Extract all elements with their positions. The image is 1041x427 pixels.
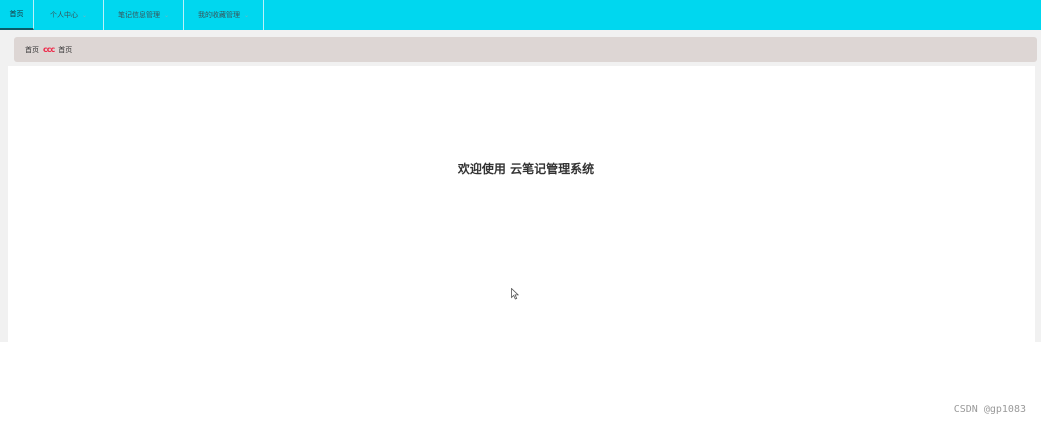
nav-item-home[interactable]: 首页 bbox=[0, 0, 34, 30]
nav-item-label: 首页 bbox=[9, 10, 24, 18]
breadcrumb-root[interactable]: 首页 bbox=[25, 45, 39, 55]
breadcrumb: 首页 ccc 首页 bbox=[14, 37, 1037, 62]
mouse-pointer-icon bbox=[511, 288, 519, 300]
nav-item-label: 笔记信息管理 bbox=[117, 11, 160, 19]
nav-item-label: 我的收藏管理 bbox=[197, 11, 240, 19]
chevron-down-icon: ⌄ bbox=[243, 11, 250, 19]
main-content bbox=[8, 66, 1035, 342]
breadcrumb-separator: ccc bbox=[43, 45, 55, 54]
breadcrumb-current: 首页 bbox=[58, 45, 73, 54]
nav-item-label: 个人中心 bbox=[49, 11, 78, 19]
welcome-title: 欢迎使用 云笔记管理系统 bbox=[457, 162, 595, 176]
top-nav: 首页 个人中心 ⌄ 笔记信息管理 ⌄ 我的收藏管理 ⌄ bbox=[0, 0, 1041, 30]
nav-item-personal-center[interactable]: 个人中心 ⌄ bbox=[34, 0, 104, 30]
nav-item-favorites-management[interactable]: 我的收藏管理 ⌄ bbox=[184, 0, 264, 30]
nav-item-note-management[interactable]: 笔记信息管理 ⌄ bbox=[104, 0, 184, 30]
watermark: CSDN @gp1083 bbox=[953, 404, 1026, 415]
chevron-down-icon: ⌄ bbox=[163, 11, 170, 19]
chevron-down-icon: ⌄ bbox=[81, 11, 88, 19]
page-area: 首页 ccc 首页 bbox=[0, 30, 1041, 342]
